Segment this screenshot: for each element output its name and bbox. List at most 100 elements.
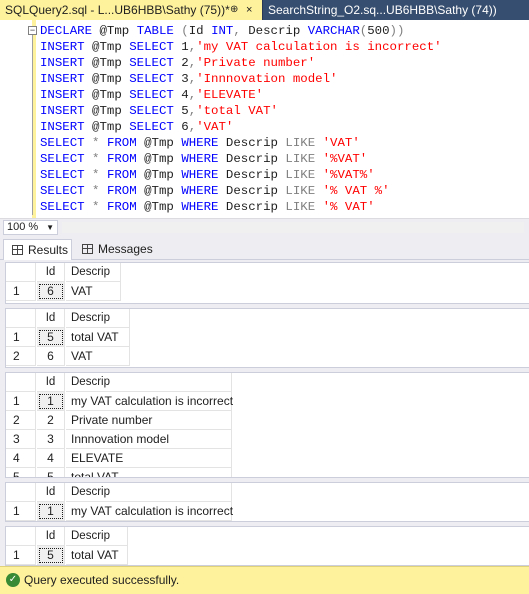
tab-messages[interactable]: Messages <box>74 239 154 260</box>
code-line[interactable]: SELECT * FROM @Tmp WHERE Descrip LIKE '%… <box>40 151 442 167</box>
column-header-descrip[interactable]: Descrip <box>66 483 232 502</box>
column-header-id[interactable]: Id <box>37 483 65 502</box>
row-number[interactable]: 1 <box>6 546 36 565</box>
column-header-id[interactable]: Id <box>37 263 65 282</box>
tab-searchstring-label: SearchString_O2.sq...UB6HBB\Sathy (74)) <box>268 3 497 17</box>
grid-icon <box>12 245 23 255</box>
cell-id[interactable]: 5 <box>37 328 65 347</box>
code-token: Descrip <box>218 168 286 182</box>
column-header-id[interactable]: Id <box>37 527 65 546</box>
column-header-id[interactable]: Id <box>37 373 65 392</box>
row-number[interactable]: 2 <box>6 411 36 430</box>
cell-id[interactable]: 5 <box>37 468 65 477</box>
tab-sqlquery2[interactable]: SQLQuery2.sql - L...UB6HBB\Sathy (75))* … <box>0 0 262 20</box>
code-token: INSERT <box>40 72 85 86</box>
code-token: @Tmp <box>136 168 182 182</box>
result-grid[interactable]: Id Descrip 1 1 my VAT calculation is incorre… <box>5 372 529 478</box>
code-token: * <box>84 136 107 150</box>
row-number[interactable]: 3 <box>6 430 36 449</box>
cell-id[interactable]: 1 <box>37 392 65 411</box>
collapse-icon[interactable]: − <box>28 26 37 35</box>
cell-id[interactable]: 4 <box>37 449 65 468</box>
result-tabs: Results Messages <box>0 236 529 260</box>
column-header-descrip[interactable]: Descrip <box>66 263 121 282</box>
column-header-descrip[interactable]: Descrip <box>66 309 130 328</box>
tab-results[interactable]: Results <box>3 239 72 260</box>
cell-id[interactable]: 6 <box>37 347 65 366</box>
row-header-corner[interactable] <box>6 527 36 546</box>
code-line[interactable]: INSERT @Tmp SELECT 4,'ELEVATE' <box>40 87 442 103</box>
result-grid[interactable]: Id Descrip 1 5 total VAT 2 6 VAT <box>5 308 529 368</box>
close-icon[interactable]: × <box>246 0 252 20</box>
row-header-corner[interactable] <box>6 483 36 502</box>
code-line[interactable]: SELECT * FROM @Tmp WHERE Descrip LIKE '%… <box>40 167 442 183</box>
result-grid[interactable]: Id Descrip 1 1 my VAT calculation is incorre… <box>5 482 529 522</box>
code-text[interactable]: DECLARE @Tmp TABLE (Id INT, Descrip VARC… <box>40 23 442 215</box>
query-editor[interactable]: − DECLARE @Tmp TABLE (Id INT, Descrip VA… <box>0 20 529 218</box>
code-token: 'VAT' <box>196 120 234 134</box>
cell-id[interactable]: 2 <box>37 411 65 430</box>
code-token: SELECT <box>129 88 174 102</box>
result-grid[interactable]: Id Descrip 1 6 VAT <box>5 262 529 304</box>
code-line[interactable]: INSERT @Tmp SELECT 3,'Innnovation model' <box>40 71 442 87</box>
column-header-descrip[interactable]: Descrip <box>66 373 232 392</box>
horizontal-scrollbar[interactable] <box>62 222 524 233</box>
code-line[interactable]: INSERT @Tmp SELECT 2,'Private number' <box>40 55 442 71</box>
code-token: SELECT <box>40 184 85 198</box>
row-number[interactable]: 1 <box>6 502 36 521</box>
cell-id[interactable]: 3 <box>37 430 65 449</box>
row-number[interactable]: 1 <box>6 282 36 301</box>
cell-descrip[interactable]: VAT <box>66 347 130 366</box>
code-token: FROM <box>106 200 137 214</box>
row-number[interactable]: 5 <box>6 468 36 477</box>
cell-descrip[interactable]: total VAT <box>66 328 130 347</box>
row-header-corner[interactable] <box>6 373 36 392</box>
code-token: FROM <box>106 168 137 182</box>
cell-descrip[interactable]: total VAT <box>66 468 232 477</box>
code-token: INSERT <box>40 120 85 134</box>
cell-descrip[interactable]: my VAT calculation is incorrect <box>66 502 233 521</box>
code-token: INT <box>211 24 234 38</box>
tab-searchstring[interactable]: SearchString_O2.sq...UB6HBB\Sathy (74)) <box>263 0 529 20</box>
cell-id[interactable]: 1 <box>37 502 65 521</box>
result-grid[interactable]: Id Descrip 1 5 total VAT <box>5 526 529 566</box>
code-token: LIKE <box>285 200 316 214</box>
column-header-id[interactable]: Id <box>37 309 65 328</box>
code-line[interactable]: INSERT @Tmp SELECT 1,'my VAT calculation… <box>40 39 442 55</box>
code-token: SELECT <box>129 56 174 70</box>
cell-descrip[interactable]: ELEVATE <box>66 449 232 468</box>
cell-descrip[interactable]: Innnovation model <box>66 430 232 449</box>
code-token: Descrip <box>218 184 286 198</box>
code-line[interactable]: INSERT @Tmp SELECT 5,'total VAT' <box>40 103 442 119</box>
code-token: DECLARE <box>40 24 93 38</box>
tab-sqlquery2-label: SQLQuery2.sql - L...UB6HBB\Sathy (75))* <box>5 3 230 17</box>
code-token: Id <box>188 24 212 38</box>
cell-descrip[interactable]: my VAT calculation is incorrect <box>66 392 233 411</box>
zoom-dropdown[interactable]: 100 % ▼ <box>3 220 58 235</box>
row-number[interactable]: 4 <box>6 449 36 468</box>
row-number[interactable]: 1 <box>6 392 36 411</box>
code-token: FROM <box>106 136 137 150</box>
code-line[interactable]: SELECT * FROM @Tmp WHERE Descrip LIKE 'V… <box>40 135 442 151</box>
cell-id[interactable]: 6 <box>37 282 65 301</box>
code-token: '% VAT %' <box>322 184 390 198</box>
code-line[interactable]: SELECT * FROM @Tmp WHERE Descrip LIKE '%… <box>40 199 442 215</box>
row-number[interactable]: 2 <box>6 347 36 366</box>
code-line[interactable]: DECLARE @Tmp TABLE (Id INT, Descrip VARC… <box>40 23 442 39</box>
code-line[interactable]: SELECT * FROM @Tmp WHERE Descrip LIKE '%… <box>40 183 442 199</box>
code-line[interactable]: INSERT @Tmp SELECT 6,'VAT' <box>40 119 442 135</box>
row-header-corner[interactable] <box>6 263 36 282</box>
row-number[interactable]: 1 <box>6 328 36 347</box>
code-token: * <box>84 200 107 214</box>
column-header-descrip[interactable]: Descrip <box>66 527 128 546</box>
code-token: 'total VAT' <box>196 104 278 118</box>
cell-id[interactable]: 5 <box>37 546 65 565</box>
pin-icon[interactable]: ⊕ <box>230 0 238 20</box>
code-token: FROM <box>106 152 137 166</box>
cell-descrip[interactable]: VAT <box>66 282 121 301</box>
status-bar: ✓ Query executed successfully. <box>0 566 529 594</box>
cell-descrip[interactable]: total VAT <box>66 546 128 565</box>
cell-descrip[interactable]: Private number <box>66 411 232 430</box>
row-header-corner[interactable] <box>6 309 36 328</box>
